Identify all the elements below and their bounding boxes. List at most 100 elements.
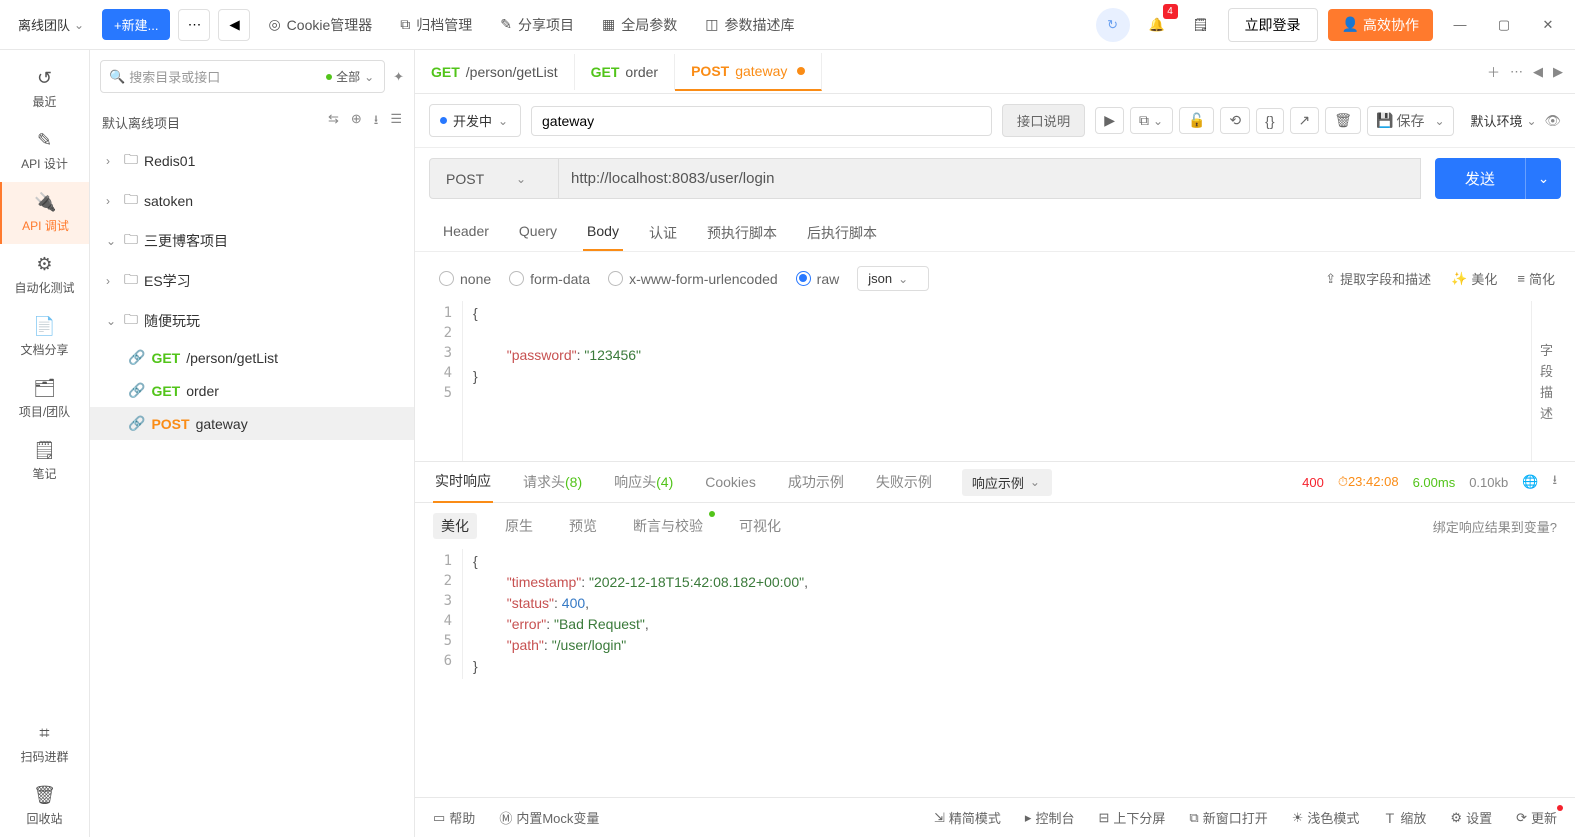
- bb-newwin[interactable]: ⧉新窗口打开: [1189, 808, 1267, 827]
- more-tabs-button[interactable]: ⋯: [1510, 64, 1523, 80]
- note-icon-button[interactable]: 🗒: [1184, 8, 1218, 42]
- response-sample-selector[interactable]: 响应示例⌄: [962, 469, 1052, 496]
- run-button[interactable]: ▶: [1095, 107, 1124, 134]
- next-tab-button[interactable]: ▶: [1553, 64, 1563, 80]
- extract-button[interactable]: ⇪提取字段和描述: [1325, 269, 1431, 288]
- link-icon[interactable]: ⇆: [328, 111, 339, 133]
- radio-raw[interactable]: raw: [796, 271, 840, 287]
- api-name-input[interactable]: [531, 106, 992, 136]
- bb-update[interactable]: ⟳更新: [1516, 808, 1557, 827]
- respsub-beautify[interactable]: 美化: [433, 513, 477, 539]
- resptab-cookies[interactable]: Cookies: [703, 464, 758, 500]
- env-selector[interactable]: 默认环境⌄: [1470, 111, 1538, 130]
- prev-tab-button[interactable]: ◀: [1533, 64, 1543, 80]
- bb-mock[interactable]: Ⓜ内置Mock变量: [499, 808, 599, 827]
- tab-getlist[interactable]: GET/person/getList: [415, 54, 575, 90]
- folder-es[interactable]: ›🗀ES学习: [90, 261, 414, 301]
- radio-urlencoded[interactable]: x-www-form-urlencoded: [608, 271, 778, 287]
- folder-play[interactable]: ⌄🗀随便玩玩: [90, 301, 414, 341]
- api-gateway[interactable]: 🔗POSTgateway: [90, 407, 414, 440]
- subtab-auth[interactable]: 认证: [645, 215, 681, 251]
- menu-cookie[interactable]: ◎ Cookie管理器: [258, 9, 382, 41]
- menu-archive[interactable]: ⧉ 归档管理: [390, 9, 482, 41]
- notification-button[interactable]: 🔔 4: [1140, 8, 1174, 42]
- radio-none[interactable]: none: [439, 271, 491, 287]
- list-icon[interactable]: ☰: [390, 111, 402, 133]
- login-button[interactable]: 立即登录: [1228, 8, 1318, 42]
- sidebar-item-scan[interactable]: ⌗扫码进群: [0, 713, 89, 775]
- api-order[interactable]: 🔗GETorder: [90, 374, 414, 407]
- respsub-preview[interactable]: 预览: [561, 513, 605, 539]
- sidebar-item-recycle[interactable]: 🗑回收站: [0, 775, 89, 837]
- resptab-fail[interactable]: 失败示例: [874, 462, 934, 502]
- status-selector[interactable]: 开发中⌄: [429, 104, 521, 137]
- sidebar-item-autotest[interactable]: ⚙自动化测试: [0, 244, 89, 306]
- folder-sangen[interactable]: ⌄🗀三更博客项目: [90, 221, 414, 261]
- search-input[interactable]: 🔍 搜索目录或接口 全部⌄: [100, 60, 385, 93]
- download-icon[interactable]: ⭳: [374, 111, 379, 133]
- add-tab-button[interactable]: ＋: [1487, 62, 1500, 81]
- download-response-icon[interactable]: ⭳: [1552, 471, 1557, 493]
- send-button[interactable]: 发送: [1435, 158, 1525, 199]
- new-button[interactable]: +新建...: [102, 9, 170, 40]
- export-button[interactable]: ↗: [1290, 107, 1320, 134]
- close-button[interactable]: ✕: [1531, 8, 1565, 42]
- respsub-assert[interactable]: 断言与校验: [625, 513, 711, 539]
- subtab-query[interactable]: Query: [515, 215, 561, 251]
- subtab-post[interactable]: 后执行脚本: [803, 215, 881, 251]
- minimize-button[interactable]: —: [1443, 8, 1477, 42]
- tab-order[interactable]: GETorder: [575, 54, 675, 90]
- bb-settings[interactable]: ⚙设置: [1450, 808, 1492, 827]
- globe-icon[interactable]: 🌐: [1522, 474, 1538, 490]
- lock-button[interactable]: 🔓: [1179, 107, 1214, 134]
- copy-button[interactable]: ⧉⌄: [1130, 107, 1173, 134]
- eye-icon[interactable]: 👁: [1544, 113, 1561, 129]
- bb-split[interactable]: ⊟上下分屏: [1098, 808, 1165, 827]
- response-editor[interactable]: 123456 { "timestamp": "2022-12-18T15:42:…: [415, 549, 1575, 679]
- sidebar-item-recent[interactable]: ↺最近: [0, 58, 89, 120]
- team-selector[interactable]: 离线团队 ⌄: [10, 11, 94, 38]
- api-getlist[interactable]: 🔗GET/person/getList: [90, 341, 414, 374]
- sidebar-item-apidesign[interactable]: ✎API 设计: [0, 120, 89, 182]
- folder-redis[interactable]: ›🗀Redis01: [90, 141, 414, 181]
- bind-var-hint[interactable]: 绑定响应结果到变量?: [1433, 517, 1557, 536]
- menu-paramlib[interactable]: ◫ 参数描述库: [695, 9, 804, 41]
- subtab-pre[interactable]: 预执行脚本: [703, 215, 781, 251]
- refresh-button[interactable]: ⟲: [1220, 107, 1250, 134]
- bb-compact[interactable]: ⇲精简模式: [934, 808, 1001, 827]
- bb-help[interactable]: ▭帮助: [433, 808, 475, 827]
- resptab-reqheader[interactable]: 请求头(8): [521, 462, 584, 502]
- bb-zoom[interactable]: Ｔ缩放: [1383, 808, 1426, 827]
- subtab-body[interactable]: Body: [583, 215, 623, 251]
- sidebar-item-docshare[interactable]: 📄文档分享: [0, 306, 89, 368]
- menu-share[interactable]: ✎ 分享项目: [490, 9, 584, 41]
- body-editor[interactable]: 12345 { "password": "123456" } 字段描述: [415, 301, 1575, 461]
- more-button[interactable]: ⋯: [178, 9, 210, 41]
- resptab-success[interactable]: 成功示例: [786, 462, 846, 502]
- send-dropdown[interactable]: ⌄: [1525, 158, 1561, 199]
- sidebar-item-project[interactable]: 🗂项目/团队: [0, 368, 89, 430]
- folder-satoken[interactable]: ›🗀satoken: [90, 181, 414, 221]
- field-desc-label[interactable]: 字段描述: [1531, 301, 1561, 461]
- sidebar-item-apidebug[interactable]: 🔌API 调试: [0, 182, 89, 244]
- code-button[interactable]: {}: [1256, 108, 1283, 134]
- resptab-realtime[interactable]: 实时响应: [433, 461, 493, 503]
- simplify-button[interactable]: ≡简化: [1517, 269, 1555, 288]
- url-input[interactable]: [559, 158, 1421, 199]
- folder-add-icon[interactable]: ⊕: [351, 111, 362, 133]
- maximize-button[interactable]: ▢: [1487, 8, 1521, 42]
- respsub-raw[interactable]: 原生: [497, 513, 541, 539]
- respsub-visual[interactable]: 可视化: [731, 513, 789, 539]
- collab-button[interactable]: 👤高效协作: [1328, 9, 1433, 41]
- description-button[interactable]: 接口说明: [1002, 104, 1085, 137]
- locate-icon[interactable]: ✦: [393, 69, 404, 85]
- menu-global[interactable]: ▦ 全局参数: [592, 9, 687, 41]
- bb-light[interactable]: ☀浅色模式: [1292, 808, 1360, 827]
- play-back-button[interactable]: ◀: [218, 9, 250, 41]
- filter-all[interactable]: 全部⌄: [326, 68, 376, 85]
- delete-button[interactable]: 🗑: [1325, 107, 1361, 134]
- save-button[interactable]: 💾保存⌄: [1367, 106, 1454, 136]
- sync-button[interactable]: ↻: [1096, 8, 1130, 42]
- raw-type-selector[interactable]: json⌄: [857, 266, 929, 291]
- tab-gateway[interactable]: POSTgateway: [675, 53, 822, 91]
